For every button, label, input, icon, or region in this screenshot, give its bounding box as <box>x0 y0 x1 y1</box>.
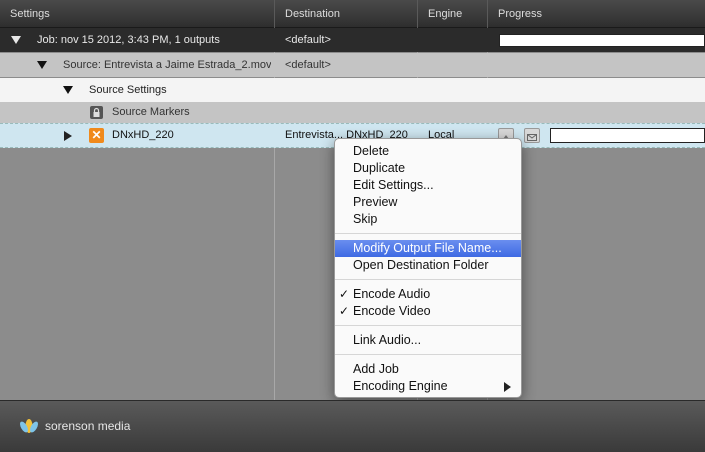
checkmark-icon: ✓ <box>339 287 350 301</box>
menu-item-delete[interactable]: Delete <box>335 143 521 160</box>
source-markers-label: Source Markers <box>112 106 190 118</box>
source-markers-row[interactable]: Source Markers <box>0 102 705 123</box>
menu-separator <box>335 279 521 280</box>
disclosure-triangle-icon[interactable] <box>11 36 21 44</box>
menu-separator <box>335 354 521 355</box>
header-progress[interactable]: Progress <box>488 0 705 28</box>
menu-item-edit-settings[interactable]: Edit Settings... <box>335 177 521 194</box>
source-destination: <default> <box>285 59 331 71</box>
header-settings[interactable]: Settings <box>0 0 275 28</box>
header-destination[interactable]: Destination <box>275 0 418 28</box>
source-label: Source: Entrevista a Jaime Estrada_2.mov <box>63 59 272 71</box>
lotus-icon <box>20 419 38 433</box>
menu-item-skip[interactable]: Skip <box>335 211 521 228</box>
source-settings-label: Source Settings <box>89 84 167 96</box>
job-label: Job: nov 15 2012, 3:43 PM, 1 outputs <box>37 34 220 46</box>
sorenson-logo: sorenson media <box>18 417 130 435</box>
menu-separator <box>335 233 521 234</box>
menu-separator <box>335 325 521 326</box>
disclosure-triangle-icon[interactable] <box>63 86 73 94</box>
menu-item-encoding-engine[interactable]: Encoding Engine <box>335 378 521 395</box>
disclosure-triangle-icon[interactable] <box>37 61 47 69</box>
job-destination: <default> <box>285 34 331 46</box>
menu-item-label: Encode Audio <box>353 287 431 301</box>
menu-item-open-destination-folder[interactable]: Open Destination Folder <box>335 257 521 274</box>
menu-item-modify-output-file-name[interactable]: Modify Output File Name... <box>335 240 521 257</box>
job-progress-bar <box>499 34 705 47</box>
menu-item-encode-audio[interactable]: ✓ Encode Audio <box>335 286 521 303</box>
menu-item-preview[interactable]: Preview <box>335 194 521 211</box>
header-engine[interactable]: Engine <box>418 0 488 28</box>
logo-text: sorenson media <box>45 419 131 433</box>
lock-icon <box>90 106 103 119</box>
table-header: Settings Destination Engine Progress <box>0 0 705 28</box>
menu-item-label: Encode Video <box>353 304 431 318</box>
menu-item-encode-video[interactable]: ✓ Encode Video <box>335 303 521 320</box>
job-row[interactable]: Job: nov 15 2012, 3:43 PM, 1 outputs <de… <box>0 28 705 52</box>
menu-item-duplicate[interactable]: Duplicate <box>335 160 521 177</box>
source-row[interactable]: Source: Entrevista a Jaime Estrada_2.mov… <box>0 53 705 77</box>
mail-icon[interactable] <box>524 128 540 143</box>
footer-bar: sorenson media <box>0 400 705 452</box>
submenu-arrow-icon <box>504 382 511 392</box>
x-icon: ✕ <box>89 128 104 143</box>
menu-item-label: Encoding Engine <box>353 379 448 393</box>
menu-item-link-audio[interactable]: Link Audio... <box>335 332 521 349</box>
disclosure-triangle-icon[interactable] <box>64 131 72 141</box>
output-progress-bar <box>550 128 705 143</box>
checkmark-icon: ✓ <box>339 304 350 318</box>
source-settings-row[interactable]: Source Settings <box>0 78 705 102</box>
output-label: DNxHD_220 <box>112 129 174 141</box>
context-menu: Delete Duplicate Edit Settings... Previe… <box>334 138 522 398</box>
menu-item-add-job[interactable]: Add Job <box>335 361 521 378</box>
